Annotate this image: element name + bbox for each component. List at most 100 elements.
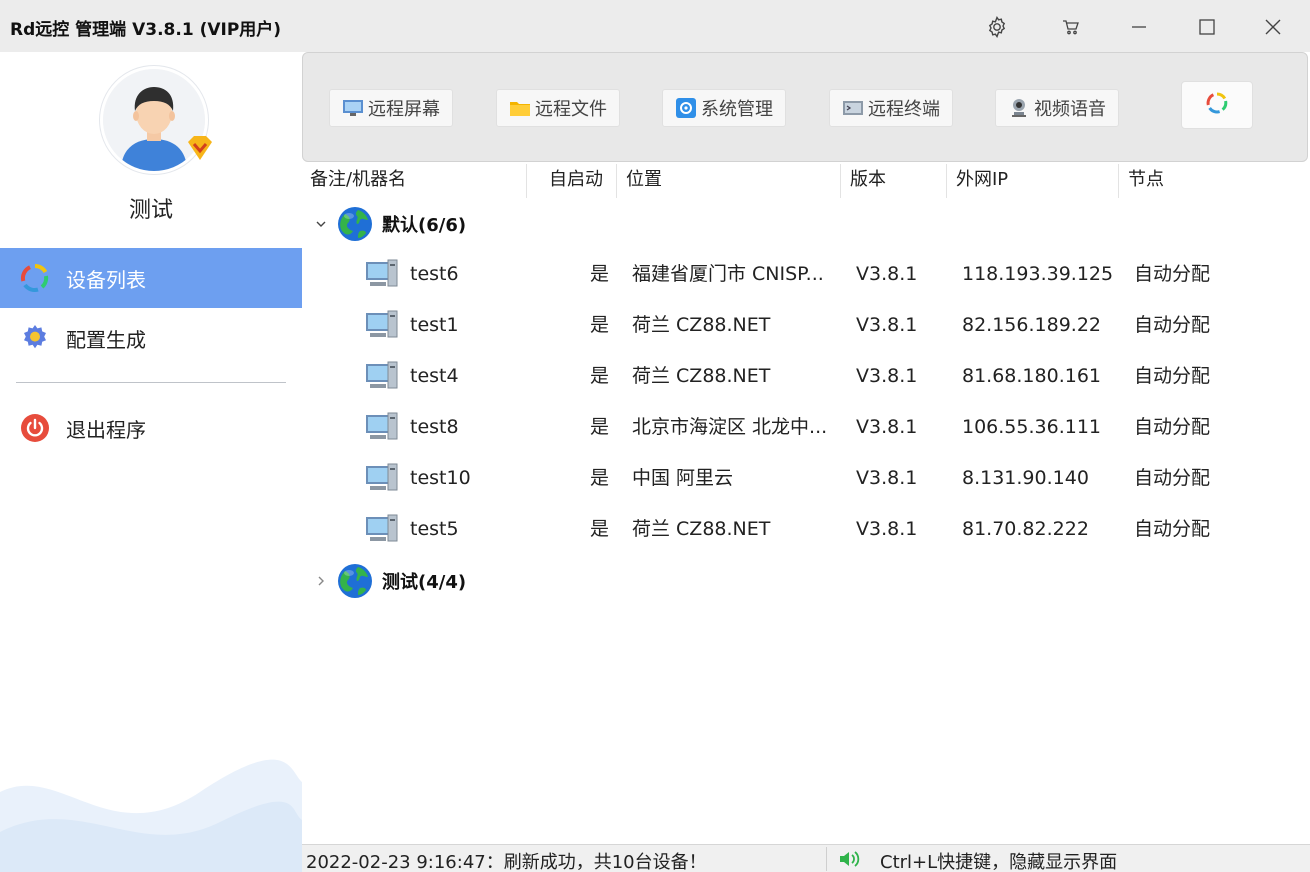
tool-button-label: 远程文件 — [535, 99, 607, 120]
column-header-version[interactable]: 版本 — [850, 162, 886, 198]
computer-icon — [366, 310, 398, 338]
table-row[interactable]: test6 是 福建省厦门市 CNISP... V3.8.1 118.193.3… — [302, 249, 1310, 299]
username: 测试 — [128, 198, 173, 223]
remote-screen-button[interactable]: 远程屏幕 — [329, 89, 453, 127]
chevron-right-icon[interactable] — [314, 574, 328, 588]
remote-terminal-button[interactable]: 远程终端 — [829, 89, 953, 127]
sidebar-item-exit[interactable]: 退出程序 — [0, 398, 302, 458]
device-location: 荷兰 CZ88.NET — [632, 518, 771, 540]
table-row[interactable]: test1 是 荷兰 CZ88.NET V3.8.1 82.156.189.22… — [302, 300, 1310, 350]
computer-icon — [366, 259, 398, 287]
device-autostart: 是 — [590, 518, 610, 540]
tool-button-label: 远程屏幕 — [368, 99, 440, 120]
speaker-icon — [840, 851, 860, 867]
computer-icon — [366, 463, 398, 491]
system-manage-button[interactable]: 系统管理 — [662, 89, 786, 127]
tool-button-label: 系统管理 — [701, 99, 773, 120]
device-version: V3.8.1 — [856, 467, 918, 489]
device-node: 自动分配 — [1134, 365, 1211, 387]
chevron-down-icon[interactable] — [314, 217, 328, 231]
group-row-default[interactable]: 默认(6/6) — [302, 201, 1310, 247]
folder-icon — [509, 97, 531, 119]
device-version: V3.8.1 — [856, 263, 918, 285]
video-voice-button[interactable]: 视频语音 — [995, 89, 1119, 127]
device-location: 荷兰 CZ88.NET — [632, 314, 771, 336]
power-icon — [18, 411, 52, 445]
device-version: V3.8.1 — [856, 365, 918, 387]
group-row-test[interactable]: 测试(4/4) — [302, 558, 1310, 604]
globe-icon — [338, 207, 372, 241]
tool-button-label: 视频语音 — [1034, 99, 1106, 120]
close-icon[interactable] — [1250, 8, 1296, 46]
title-bar: Rd远控 管理端 V3.8.1 (VIP用户) — [0, 0, 1310, 52]
device-autostart: 是 — [590, 314, 610, 336]
device-name: test6 — [410, 263, 459, 285]
terminal-icon — [842, 97, 864, 119]
sidebar-item-device-list[interactable]: 设备列表 — [0, 248, 302, 308]
column-divider[interactable] — [946, 164, 947, 198]
refresh-icon — [1206, 92, 1228, 118]
column-divider[interactable] — [840, 164, 841, 198]
column-header-autostart[interactable]: 自启动 — [549, 162, 603, 198]
table-header: 备注/机器名 自启动 位置 版本 外网IP 节点 — [302, 162, 1310, 198]
device-ip: 8.131.90.140 — [962, 467, 1089, 489]
computer-icon — [366, 361, 398, 389]
device-autostart: 是 — [590, 467, 610, 489]
device-version: V3.8.1 — [856, 314, 918, 336]
system-icon — [675, 97, 697, 119]
shortcut-hint: Ctrl+L快捷键，隐藏显示界面 — [880, 852, 1118, 872]
device-name: test5 — [410, 518, 459, 540]
device-ip: 81.70.82.222 — [962, 518, 1089, 540]
device-ip: 106.55.36.111 — [962, 416, 1102, 438]
device-location: 福建省厦门市 CNISP... — [632, 263, 824, 285]
device-version: V3.8.1 — [856, 518, 918, 540]
maximize-icon[interactable] — [1184, 8, 1230, 46]
device-ip: 81.68.180.161 — [962, 365, 1102, 387]
sidebar-item-config-generate[interactable]: 配置生成 — [0, 308, 302, 368]
sidebar-item-label: 退出程序 — [66, 417, 146, 442]
refresh-button[interactable] — [1181, 81, 1253, 129]
minimize-icon[interactable] — [1116, 8, 1162, 46]
sidebar-wave-decoration — [0, 759, 302, 872]
device-node: 自动分配 — [1134, 314, 1211, 336]
sidebar: 测试 设备列表 配置生成 退出程序 — [0, 52, 302, 872]
device-location: 北京市海淀区 北龙中... — [632, 416, 828, 438]
device-name: test10 — [410, 467, 471, 489]
status-bar: 2022-02-23 9:16:47：刷新成功，共10台设备！ Ctrl+L快捷… — [302, 844, 1310, 872]
device-table: 备注/机器名 自启动 位置 版本 外网IP 节点 默认(6/6) test6 是… — [302, 162, 1310, 844]
toolbar: 远程屏幕 远程文件 系统管理 远程终端 视频语音 — [302, 52, 1308, 162]
device-name: test8 — [410, 416, 459, 438]
column-header-location[interactable]: 位置 — [626, 162, 662, 198]
remote-file-button[interactable]: 远程文件 — [496, 89, 620, 127]
device-node: 自动分配 — [1134, 467, 1211, 489]
tool-button-label: 远程终端 — [868, 99, 940, 120]
column-divider[interactable] — [526, 164, 527, 198]
column-header-name[interactable]: 备注/机器名 — [310, 162, 406, 198]
vip-badge-icon — [184, 132, 216, 164]
group-label: 测试(4/4) — [382, 572, 467, 593]
table-row[interactable]: test4 是 荷兰 CZ88.NET V3.8.1 81.68.180.161… — [302, 351, 1310, 401]
device-location: 荷兰 CZ88.NET — [632, 365, 771, 387]
column-header-ip[interactable]: 外网IP — [956, 162, 1008, 198]
group-label: 默认(6/6) — [382, 215, 467, 236]
device-autostart: 是 — [590, 416, 610, 438]
device-location: 中国 阿里云 — [632, 467, 734, 489]
device-name: test1 — [410, 314, 459, 336]
device-node: 自动分配 — [1134, 518, 1211, 540]
status-message: 2022-02-23 9:16:47：刷新成功，共10台设备！ — [306, 852, 707, 872]
monitor-icon — [342, 97, 364, 119]
device-name: test4 — [410, 365, 459, 387]
webcam-icon — [1008, 97, 1030, 119]
gear-icon[interactable] — [974, 8, 1020, 46]
column-divider[interactable] — [616, 164, 617, 198]
column-divider[interactable] — [1118, 164, 1119, 198]
column-header-node[interactable]: 节点 — [1128, 162, 1164, 198]
computer-icon — [366, 412, 398, 440]
sidebar-item-label: 配置生成 — [66, 327, 146, 352]
table-row[interactable]: test10 是 中国 阿里云 V3.8.1 8.131.90.140 自动分配 — [302, 453, 1310, 503]
table-row[interactable]: test5 是 荷兰 CZ88.NET V3.8.1 81.70.82.222 … — [302, 504, 1310, 554]
table-row[interactable]: test8 是 北京市海淀区 北龙中... V3.8.1 106.55.36.1… — [302, 402, 1310, 452]
device-node: 自动分配 — [1134, 263, 1211, 285]
cart-icon[interactable] — [1048, 8, 1094, 46]
status-divider — [826, 847, 827, 871]
